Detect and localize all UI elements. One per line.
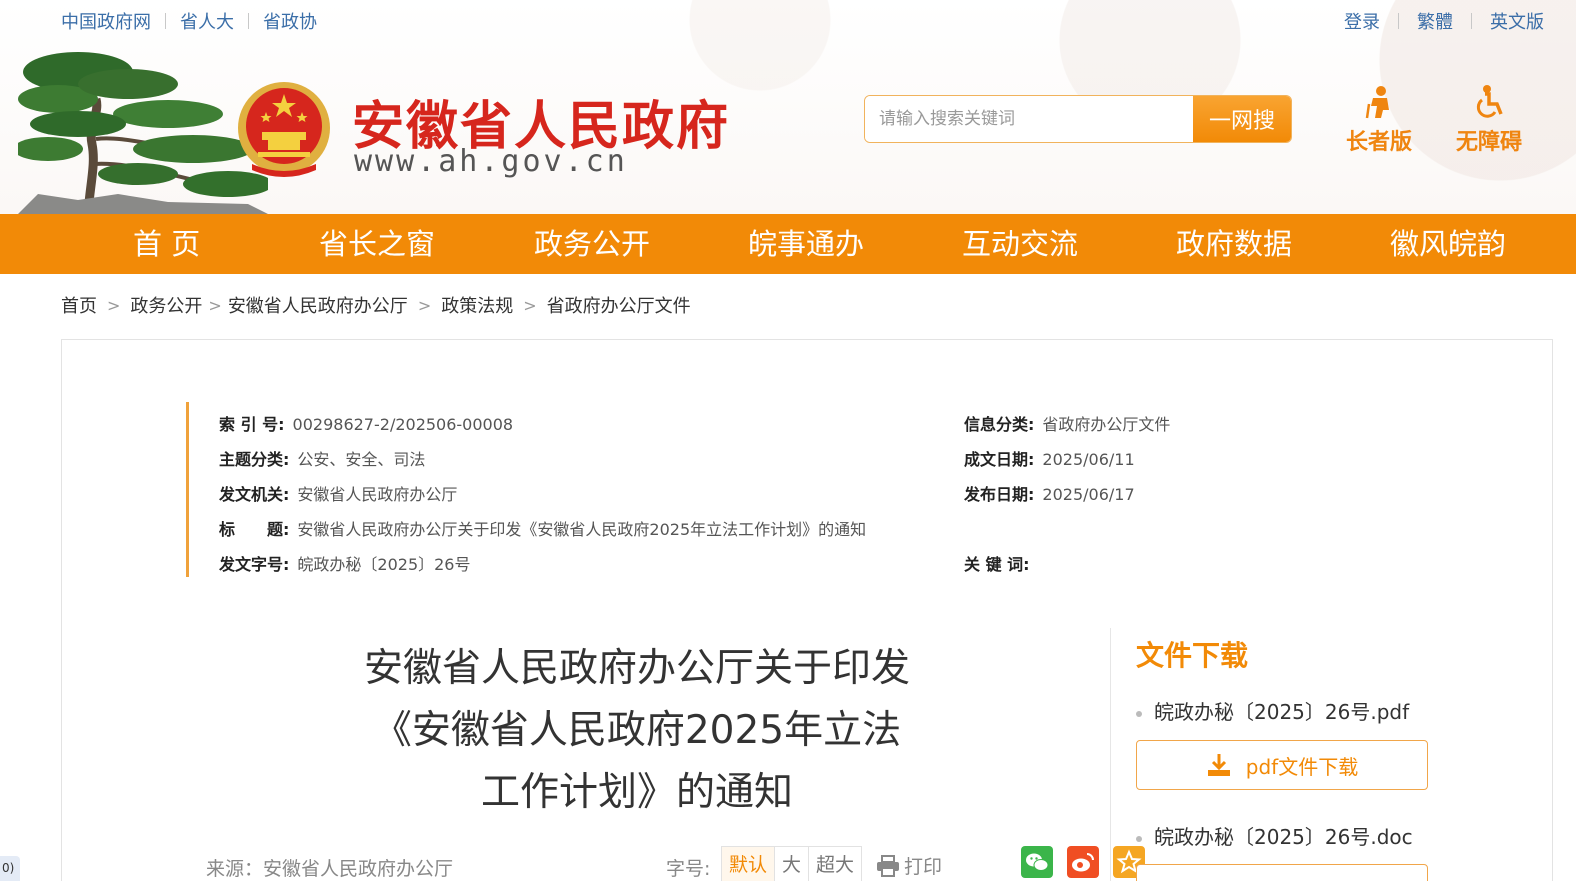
- weibo-share-icon[interactable]: [1067, 846, 1099, 878]
- elder-mode-button[interactable]: 长者版: [1334, 84, 1424, 156]
- print-label: 打印: [904, 856, 943, 878]
- breadcrumb-government-affairs[interactable]: 政务公开: [130, 292, 202, 318]
- accessibility-label: 无障碍: [1455, 130, 1522, 155]
- doc-file-name: 皖政办秘〔2025〕26号.doc: [1136, 821, 1413, 850]
- nav-government-affairs[interactable]: 政务公开: [534, 214, 650, 274]
- pdf-download-label: pdf文件下载: [1245, 754, 1359, 779]
- meta-title: 标 题: 安徽省人民政府办公厅关于印发《安徽省人民政府2025年立法工作计划》的通…: [219, 520, 867, 539]
- english-version-link[interactable]: 英文版: [1490, 8, 1544, 34]
- font-size-xlarge[interactable]: 超大: [809, 847, 861, 881]
- meta-issuer: 发文机关: 安徽省人民政府办公厅: [219, 485, 458, 504]
- meta-index: 索 引 号: 00298627-2/202506-00008: [219, 415, 514, 434]
- side-tab[interactable]: 0): [0, 856, 20, 881]
- print-button[interactable]: 打印: [876, 852, 942, 879]
- top-link-gov-cn[interactable]: 中国政府网: [61, 8, 151, 34]
- vertical-divider: [1110, 628, 1111, 881]
- breadcrumb-home[interactable]: 首页: [61, 292, 97, 318]
- chevron-right-icon: >: [417, 295, 432, 315]
- search-input[interactable]: [865, 96, 1193, 142]
- nav-interaction[interactable]: 互动交流: [962, 214, 1078, 274]
- breadcrumb-policies[interactable]: 政策法规: [441, 292, 513, 318]
- breadcrumb: 首页 > 政务公开 > 安徽省人民政府办公厅 > 政策法规 > 省政府办公厅文件: [61, 292, 691, 318]
- chevron-right-icon: >: [523, 295, 537, 315]
- document-metadata: 索 引 号: 00298627-2/202506-00008 信息分类: 省政府办公…: [186, 402, 1386, 577]
- article-title: 安徽省人民政府办公厅关于印发 《安徽省人民政府2025年立法 工作计划》的通知: [363, 646, 910, 815]
- nav-governor-window[interactable]: 省长之窗: [319, 214, 435, 274]
- article-source: 来源：安徽省人民政府办公厅: [206, 858, 454, 880]
- elder-icon: [1365, 86, 1389, 119]
- pdf-file-name: 皖政办秘〔2025〕26号.pdf: [1136, 696, 1409, 725]
- meta-publish-date: 发布日期: 2025/06/17: [964, 485, 1135, 504]
- main-nav: 首 页 省长之窗 政务公开 皖事通办 互动交流 政府数据 徽风皖韵: [0, 214, 1576, 274]
- top-link-provincial-cppcc[interactable]: 省政协: [263, 8, 317, 34]
- breadcrumb-office-documents[interactable]: 省政府办公厅文件: [547, 292, 691, 318]
- file-download-panel: 文件下载 皖政办秘〔2025〕26号.pdf pdf文件下载 皖政办秘〔2025…: [1136, 634, 1456, 881]
- nav-anhui-culture[interactable]: 徽风皖韵: [1390, 214, 1506, 274]
- wheelchair-icon: [1476, 85, 1503, 118]
- chevron-right-icon: >: [107, 295, 121, 315]
- top-right-links: 登录 繁體 英文版: [1344, 8, 1544, 34]
- doc-download-button[interactable]: [1136, 864, 1428, 881]
- site-header: 中国政府网 省人大 省政协 登录 繁體 英文版 安徽省人民政府 www.ah.g…: [0, 0, 1576, 214]
- font-size-label: 字号:: [666, 858, 711, 880]
- printer-icon: [877, 854, 899, 877]
- nav-government-data[interactable]: 政府数据: [1176, 214, 1292, 274]
- national-emblem: [238, 82, 330, 177]
- site-url: www.ah.gov.cn: [354, 144, 628, 179]
- content-box: 索 引 号: 00298627-2/202506-00008 信息分类: 省政府办公…: [61, 339, 1553, 881]
- font-size-default[interactable]: 默认: [722, 847, 776, 881]
- traditional-chinese-link[interactable]: 繁體: [1417, 8, 1453, 34]
- meta-topic: 主题分类: 公安、安全、司法: [219, 450, 426, 469]
- font-size-large[interactable]: 大: [775, 847, 810, 881]
- meta-doc-number: 发文字号: 皖政办秘〔2025〕26号: [219, 555, 471, 574]
- search-box: 一网搜: [864, 95, 1292, 143]
- search-button[interactable]: 一网搜: [1193, 96, 1291, 142]
- nav-anhui-services[interactable]: 皖事通办: [748, 214, 864, 274]
- accessibility-button[interactable]: 无障碍: [1444, 84, 1534, 156]
- nav-home[interactable]: 首 页: [133, 214, 200, 274]
- meta-keywords: 关 键 词:: [964, 555, 1030, 574]
- breadcrumb-general-office[interactable]: 安徽省人民政府办公厅: [228, 292, 408, 318]
- download-icon: [1207, 754, 1230, 776]
- chevron-right-icon: >: [208, 295, 222, 315]
- divider: [165, 13, 166, 29]
- top-link-provincial-congress[interactable]: 省人大: [180, 8, 234, 34]
- pdf-download-button[interactable]: pdf文件下载: [1136, 740, 1428, 790]
- divider: [248, 13, 249, 29]
- meta-written-date: 成文日期: 2025/06/11: [964, 450, 1135, 469]
- font-size-selector: 默认 大 超大: [721, 846, 863, 881]
- top-links: 中国政府网 省人大 省政协: [61, 8, 317, 34]
- wechat-share-icon[interactable]: [1021, 846, 1053, 878]
- elder-mode-label: 长者版: [1345, 130, 1412, 155]
- divider: [1471, 13, 1472, 29]
- login-link[interactable]: 登录: [1344, 8, 1380, 34]
- article-toolbar: 来源：安徽省人民政府办公厅 字号: 默认 大 超大 打印: [206, 846, 1145, 881]
- divider: [1398, 13, 1399, 29]
- meta-category: 信息分类: 省政府办公厅文件: [964, 415, 1171, 434]
- download-title: 文件下载: [1136, 639, 1249, 672]
- pine-tree-logo: [18, 52, 268, 214]
